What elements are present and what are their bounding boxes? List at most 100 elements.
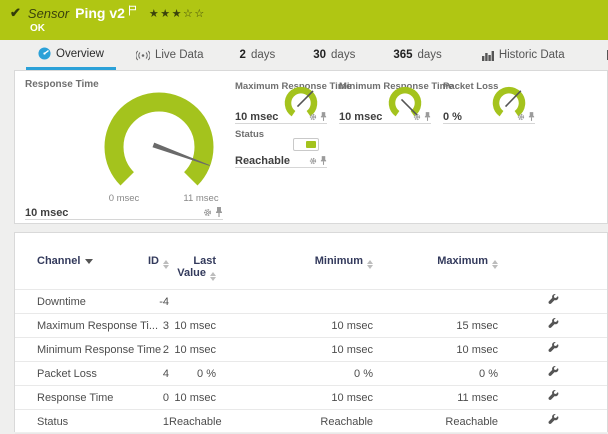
packet-loss-tile: Packet Loss 0 % [443, 81, 539, 127]
channel-minimum [216, 289, 373, 314]
channel-maximum [373, 289, 498, 314]
channel-maximum: 11 msec [373, 385, 498, 410]
live-data-icon [135, 50, 150, 60]
gear-icon[interactable] [309, 113, 317, 121]
gauge-value: 10 msec [235, 111, 279, 123]
tab-2-days[interactable]: 2 days [228, 40, 288, 70]
channels-panel: Channel ID Last Value Minimum Maximum Do… [14, 232, 608, 434]
channel-maximum: 0 % [373, 361, 498, 386]
priority-stars[interactable]: ★★★☆☆ [149, 7, 206, 20]
response-time-gauge [104, 92, 214, 186]
channel-last-value: 0 % [169, 361, 216, 386]
channel-id: 4 [143, 361, 169, 386]
wrench-icon[interactable] [547, 413, 559, 429]
pin-icon[interactable] [528, 112, 535, 121]
channel-id: 1 [143, 409, 169, 434]
gauge-value-row: 10 msec [339, 111, 431, 124]
min-response-time-tile: Minimum Response Time 10 msec [339, 81, 453, 127]
wrench-icon[interactable] [547, 341, 559, 357]
channel-maximum: 15 msec [373, 313, 498, 338]
channel-last-value: 10 msec [169, 313, 216, 338]
object-type-label: Sensor [27, 5, 70, 21]
channel-name: Status [15, 409, 143, 434]
channel-minimum: 0 % [216, 361, 373, 386]
sensor-title-row: ✔ Sensor Ping v2 ★★★☆☆ [10, 5, 206, 21]
channel-last-value: 10 msec [169, 337, 216, 362]
tab-365-days[interactable]: 365 days [381, 40, 453, 70]
sort-icon [492, 260, 498, 269]
tab-label: Overview [56, 47, 104, 60]
gauge-value-row: 0 % [443, 111, 535, 124]
tab-number: 30 [313, 49, 327, 61]
response-time-gauge-tile: Response Time 0 msec 11 msec 10 msec [25, 79, 233, 220]
channel-name: Packet Loss [15, 361, 143, 386]
channel-maximum: 10 msec [373, 337, 498, 362]
overview-gauge-icon [38, 47, 51, 60]
tab-historic-data[interactable]: Historic Data [470, 40, 577, 70]
pin-icon[interactable] [320, 156, 327, 165]
gear-icon[interactable] [309, 157, 317, 165]
channel-last-value: Reachable [169, 409, 222, 434]
max-response-time-tile: Maximum Response Time 10 msec [235, 81, 352, 127]
channel-minimum: 10 msec [216, 337, 373, 362]
table-header-row: Channel ID Last Value Minimum Maximum [15, 233, 607, 290]
channel-minimum: 10 msec [216, 313, 373, 338]
channel-name: Minimum Response Time [15, 337, 161, 362]
col-header-maximum[interactable]: Maximum [373, 233, 498, 290]
tab-log[interactable]: Log [595, 40, 608, 70]
channel-last-value [169, 289, 216, 314]
gauge-scale-max: 11 msec [183, 193, 219, 204]
tab-live-data[interactable]: Live Data [124, 40, 216, 70]
sort-icon [210, 272, 216, 281]
gear-icon[interactable] [413, 113, 421, 121]
col-header-minimum[interactable]: Minimum [216, 233, 373, 290]
sensor-topbar: ✔ Sensor Ping v2 ★★★☆☆ OK [0, 0, 608, 40]
gauge-value: 10 msec [25, 207, 69, 219]
channel-minimum: Reachable [216, 409, 373, 434]
wrench-icon[interactable] [547, 293, 559, 309]
gauge-value: Reachable [235, 155, 291, 167]
wrench-icon[interactable] [547, 317, 559, 333]
channel-name: Downtime [15, 289, 143, 314]
status-toggle-indicator [293, 138, 319, 151]
pin-icon[interactable] [424, 112, 431, 121]
sort-icon [163, 260, 169, 269]
channel-minimum: 10 msec [216, 385, 373, 410]
channels-table: Channel ID Last Value Minimum Maximum Do… [15, 233, 607, 434]
sensor-title: Ping v2 [75, 5, 125, 21]
sort-desc-icon [85, 259, 94, 264]
wrench-icon[interactable] [547, 365, 559, 381]
pin-icon[interactable] [320, 112, 327, 121]
channel-row-response-time: Response Time 0 10 msec 10 msec 11 msec [15, 385, 607, 410]
gauge-value-row: 10 msec [235, 111, 327, 124]
channel-id: -4 [143, 289, 169, 314]
sort-icon [367, 260, 373, 269]
col-header-channel[interactable]: Channel [15, 233, 143, 290]
gauge-scale-min: 0 msec [108, 193, 140, 204]
channel-name: Maximum Response Ti... [15, 313, 158, 338]
pin-icon[interactable] [215, 207, 223, 217]
tab-overview[interactable]: Overview [26, 40, 116, 70]
flag-icon [128, 5, 136, 15]
channel-row-packet-loss: Packet Loss 4 0 % 0 % 0 % [15, 361, 607, 386]
gauge-value-row: 10 msec [25, 205, 223, 220]
col-header-id[interactable]: ID [143, 233, 169, 290]
gauge-value: 0 % [443, 111, 462, 123]
overview-gauges-panel: Response Time 0 msec 11 msec 10 msec Max… [14, 70, 608, 224]
wrench-icon[interactable] [547, 389, 559, 405]
tab-30-days[interactable]: 30 days [301, 40, 367, 70]
gear-icon[interactable] [203, 208, 212, 217]
gear-icon[interactable] [517, 113, 525, 121]
historic-data-icon [481, 50, 494, 61]
col-header-actions [498, 233, 607, 290]
tab-bar: Overview Live Data 2 days 30 days 365 da… [0, 40, 608, 70]
channel-id: 0 [143, 385, 169, 410]
tab-unit: days [417, 49, 442, 61]
col-header-last-value[interactable]: Last Value [169, 233, 216, 290]
channel-row-downtime: Downtime -4 [15, 289, 607, 314]
tab-unit: days [331, 49, 356, 61]
tab-number: 365 [393, 49, 413, 61]
tab-label: Live Data [154, 49, 204, 61]
tab-number: 2 [239, 49, 246, 61]
channel-name: Response Time [15, 385, 143, 410]
